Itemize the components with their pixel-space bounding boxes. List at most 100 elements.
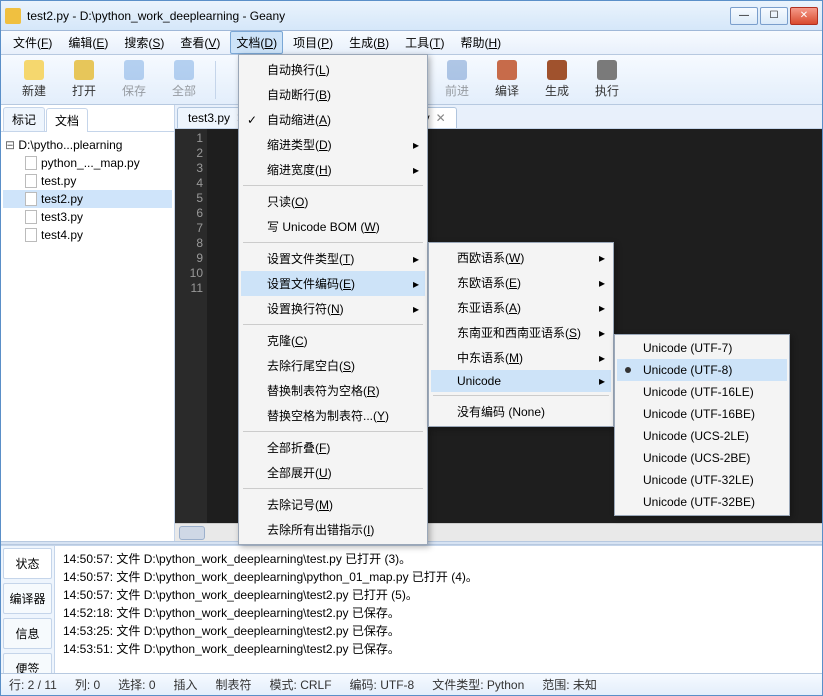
menu-separator	[243, 431, 423, 432]
scrollbar-thumb[interactable]	[179, 526, 205, 540]
document-menu: 自动换行(L)自动断行(B)✓自动缩进(A)缩进类型(D)▸缩进宽度(H)▸ 只读…	[238, 54, 428, 545]
log-line: 14:52:18: 文件 D:\python_work_deeplearning…	[63, 604, 814, 622]
toolbar-label: 编译	[495, 82, 519, 99]
toolbar-compile-button[interactable]: 编译	[482, 57, 532, 103]
menu-item[interactable]: 缩进宽度(H)▸	[241, 157, 425, 182]
menu-item[interactable]: Unicode▸	[431, 370, 611, 392]
menu-item[interactable]: Unicode (UTF-16LE)	[617, 381, 787, 403]
titlebar[interactable]: test2.py - D:\python_work_deeplearning -…	[1, 1, 822, 31]
status-enc: 编码: UTF-8	[350, 676, 415, 693]
menu-item[interactable]: 全部展开(U)	[241, 460, 425, 485]
menu-item[interactable]: 替换空格为制表符...(Y)	[241, 403, 425, 428]
maximize-button[interactable]: ☐	[760, 7, 788, 25]
tree-file[interactable]: test2.py	[3, 190, 172, 208]
tree-file-label: test.py	[41, 174, 76, 188]
save-icon	[124, 60, 144, 80]
menu-item[interactable]: 缩进类型(D)▸	[241, 132, 425, 157]
toolbar-label: 打开	[72, 82, 96, 99]
menu-item[interactable]: 自动换行(L)	[241, 57, 425, 82]
toolbar-label: 全部	[172, 82, 196, 99]
status-mode: 模式: CRLF	[270, 676, 332, 693]
menu-item[interactable]: 设置换行符(N)▸	[241, 296, 425, 321]
menu-item[interactable]: 设置文件编码(E)▸	[241, 271, 425, 296]
minimize-button[interactable]: —	[730, 7, 758, 25]
menu-item[interactable]: ✓自动缩进(A)	[241, 107, 425, 132]
status-pos: 行: 2 / 11	[9, 676, 57, 693]
sidebar-tab-文档[interactable]: 文档	[46, 108, 88, 132]
menu-item[interactable]: 克隆(C)	[241, 328, 425, 353]
menu-item[interactable]: 去除所有出错指示(I)	[241, 517, 425, 542]
menu-item[interactable]: 西欧语系(W)▸	[431, 245, 611, 270]
menu-item[interactable]: 替换制表符为空格(R)	[241, 378, 425, 403]
toolbar-run-button[interactable]: 执行	[582, 57, 632, 103]
log-tab-编译器[interactable]: 编译器	[3, 583, 52, 614]
menu-查看[interactable]: 查看(V)	[174, 31, 226, 54]
menu-生成[interactable]: 生成(B)	[343, 31, 395, 54]
tree-file-label: test4.py	[41, 228, 83, 242]
sidebar-tab-标记[interactable]: 标记	[3, 107, 45, 131]
menu-item[interactable]: Unicode (UTF-32LE)	[617, 469, 787, 491]
submenu-arrow-icon: ▸	[599, 301, 605, 315]
line-gutter: 1234567891011	[175, 129, 207, 523]
menu-item[interactable]: Unicode (UCS-2BE)	[617, 447, 787, 469]
submenu-arrow-icon: ▸	[599, 276, 605, 290]
menu-item[interactable]: 全部折叠(F)	[241, 435, 425, 460]
toolbar-forward-button[interactable]: 前进	[432, 57, 482, 103]
menu-item[interactable]: 东欧语系(E)▸	[431, 270, 611, 295]
menu-item[interactable]: 东南亚和西南亚语系(S)▸	[431, 320, 611, 345]
menu-item[interactable]: 写 Unicode BOM (W)	[241, 214, 425, 239]
statusbar: 行: 2 / 11 列: 0 选择: 0 插入 制表符 模式: CRLF 编码:…	[1, 673, 822, 695]
log-line: 14:53:25: 文件 D:\python_work_deeplearning…	[63, 622, 814, 640]
submenu-arrow-icon: ▸	[599, 326, 605, 340]
close-button[interactable]: ✕	[790, 7, 818, 25]
tree-root[interactable]: D:\pytho...plearning	[3, 136, 172, 154]
menu-编辑[interactable]: 编辑(E)	[62, 31, 114, 54]
menu-item[interactable]: 只读(O)	[241, 189, 425, 214]
toolbar-new-button[interactable]: 新建	[9, 57, 59, 103]
toolbar-open-button[interactable]: 打开	[59, 57, 109, 103]
tree-file[interactable]: python_..._map.py	[3, 154, 172, 172]
tree-file-label: test2.py	[41, 192, 83, 206]
log-tab-信息[interactable]: 信息	[3, 618, 52, 649]
submenu-arrow-icon: ▸	[413, 252, 419, 266]
submenu-arrow-icon: ▸	[599, 374, 605, 388]
menu-item[interactable]: Unicode (UTF-32BE)	[617, 491, 787, 513]
status-scope: 范围: 未知	[542, 676, 597, 693]
log-tab-状态[interactable]: 状态	[3, 548, 52, 579]
toolbar-save-button[interactable]: 保存	[109, 57, 159, 103]
radio-icon	[625, 367, 631, 373]
log-line: 14:50:57: 文件 D:\python_work_deeplearning…	[63, 586, 814, 604]
submenu-arrow-icon: ▸	[413, 163, 419, 177]
menu-工具[interactable]: 工具(T)	[399, 31, 450, 54]
menu-item[interactable]: Unicode (UCS-2LE)	[617, 425, 787, 447]
tree-file[interactable]: test3.py	[3, 208, 172, 226]
tree-file[interactable]: test.py	[3, 172, 172, 190]
menu-搜索[interactable]: 搜索(S)	[118, 31, 170, 54]
toolbar-build-button[interactable]: 生成	[532, 57, 582, 103]
menu-item[interactable]: Unicode (UTF-16BE)	[617, 403, 787, 425]
file-icon	[25, 210, 37, 224]
menu-帮助[interactable]: 帮助(H)	[454, 31, 507, 54]
menu-文件[interactable]: 文件(F)	[7, 31, 58, 54]
submenu-arrow-icon: ▸	[413, 302, 419, 316]
menubar: 文件(F)编辑(E)搜索(S)查看(V)文档(D)项目(P)生成(B)工具(T)…	[1, 31, 822, 55]
unicode-submenu: Unicode (UTF-7)Unicode (UTF-8)Unicode (U…	[614, 334, 790, 516]
log-line: 14:50:57: 文件 D:\python_work_deeplearning…	[63, 550, 814, 568]
toolbar-saveall-button[interactable]: 全部	[159, 57, 209, 103]
menu-separator	[433, 395, 609, 396]
log-line: 14:53:51: 文件 D:\python_work_deeplearning…	[63, 640, 814, 658]
menu-item[interactable]: 去除行尾空白(S)	[241, 353, 425, 378]
menu-item[interactable]: Unicode (UTF-8)	[617, 359, 787, 381]
tree-file[interactable]: test4.py	[3, 226, 172, 244]
menu-项目[interactable]: 项目(P)	[287, 31, 339, 54]
menu-item[interactable]: 中东语系(M)▸	[431, 345, 611, 370]
menu-item[interactable]: 设置文件类型(T)▸	[241, 246, 425, 271]
menu-item[interactable]: 东亚语系(A)▸	[431, 295, 611, 320]
menu-文档[interactable]: 文档(D)	[230, 31, 283, 54]
toolbar-label: 执行	[595, 82, 619, 99]
menu-item[interactable]: Unicode (UTF-7)	[617, 337, 787, 359]
menu-item[interactable]: 自动断行(B)	[241, 82, 425, 107]
close-icon[interactable]: ✕	[436, 111, 446, 125]
menu-item[interactable]: 去除记号(M)	[241, 492, 425, 517]
menu-item[interactable]: 没有编码 (None)	[431, 399, 611, 424]
